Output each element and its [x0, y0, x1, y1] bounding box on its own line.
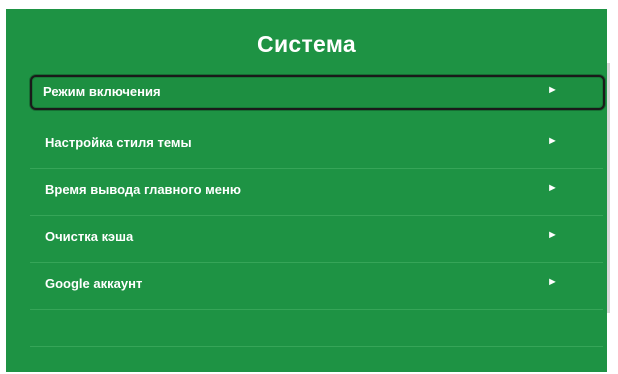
menu-item-label: Время вывода главного меню: [45, 182, 241, 197]
chevron-right-icon: ►: [547, 229, 558, 241]
settings-menu: Режим включения ► Настройка стиля темы ►…: [30, 75, 605, 347]
menu-item-clear-cache[interactable]: Очистка кэша ►: [30, 216, 603, 263]
system-settings-screen: Система Режим включения ► Настройка стил…: [6, 9, 607, 372]
menu-item-theme-style[interactable]: Настройка стиля темы ►: [30, 122, 603, 169]
chevron-right-icon: ►: [547, 84, 558, 96]
menu-item-power-mode[interactable]: Режим включения ►: [30, 75, 605, 110]
menu-item-label: Настройка стиля темы: [45, 135, 192, 150]
menu-item-main-menu-time[interactable]: Время вывода главного меню ►: [30, 169, 603, 216]
menu-item-empty: [30, 310, 603, 347]
menu-item-label: Режим включения: [43, 84, 161, 99]
chevron-right-icon: ►: [547, 182, 558, 194]
menu-item-label: Google аккаунт: [45, 276, 143, 291]
menu-scrollbar[interactable]: [607, 63, 610, 313]
menu-item-label: Очистка кэша: [45, 229, 134, 244]
menu-item-google-account[interactable]: Google аккаунт ►: [30, 263, 603, 310]
page-title: Система: [257, 31, 356, 57]
chevron-right-icon: ►: [547, 276, 558, 288]
chevron-right-icon: ►: [547, 135, 558, 147]
